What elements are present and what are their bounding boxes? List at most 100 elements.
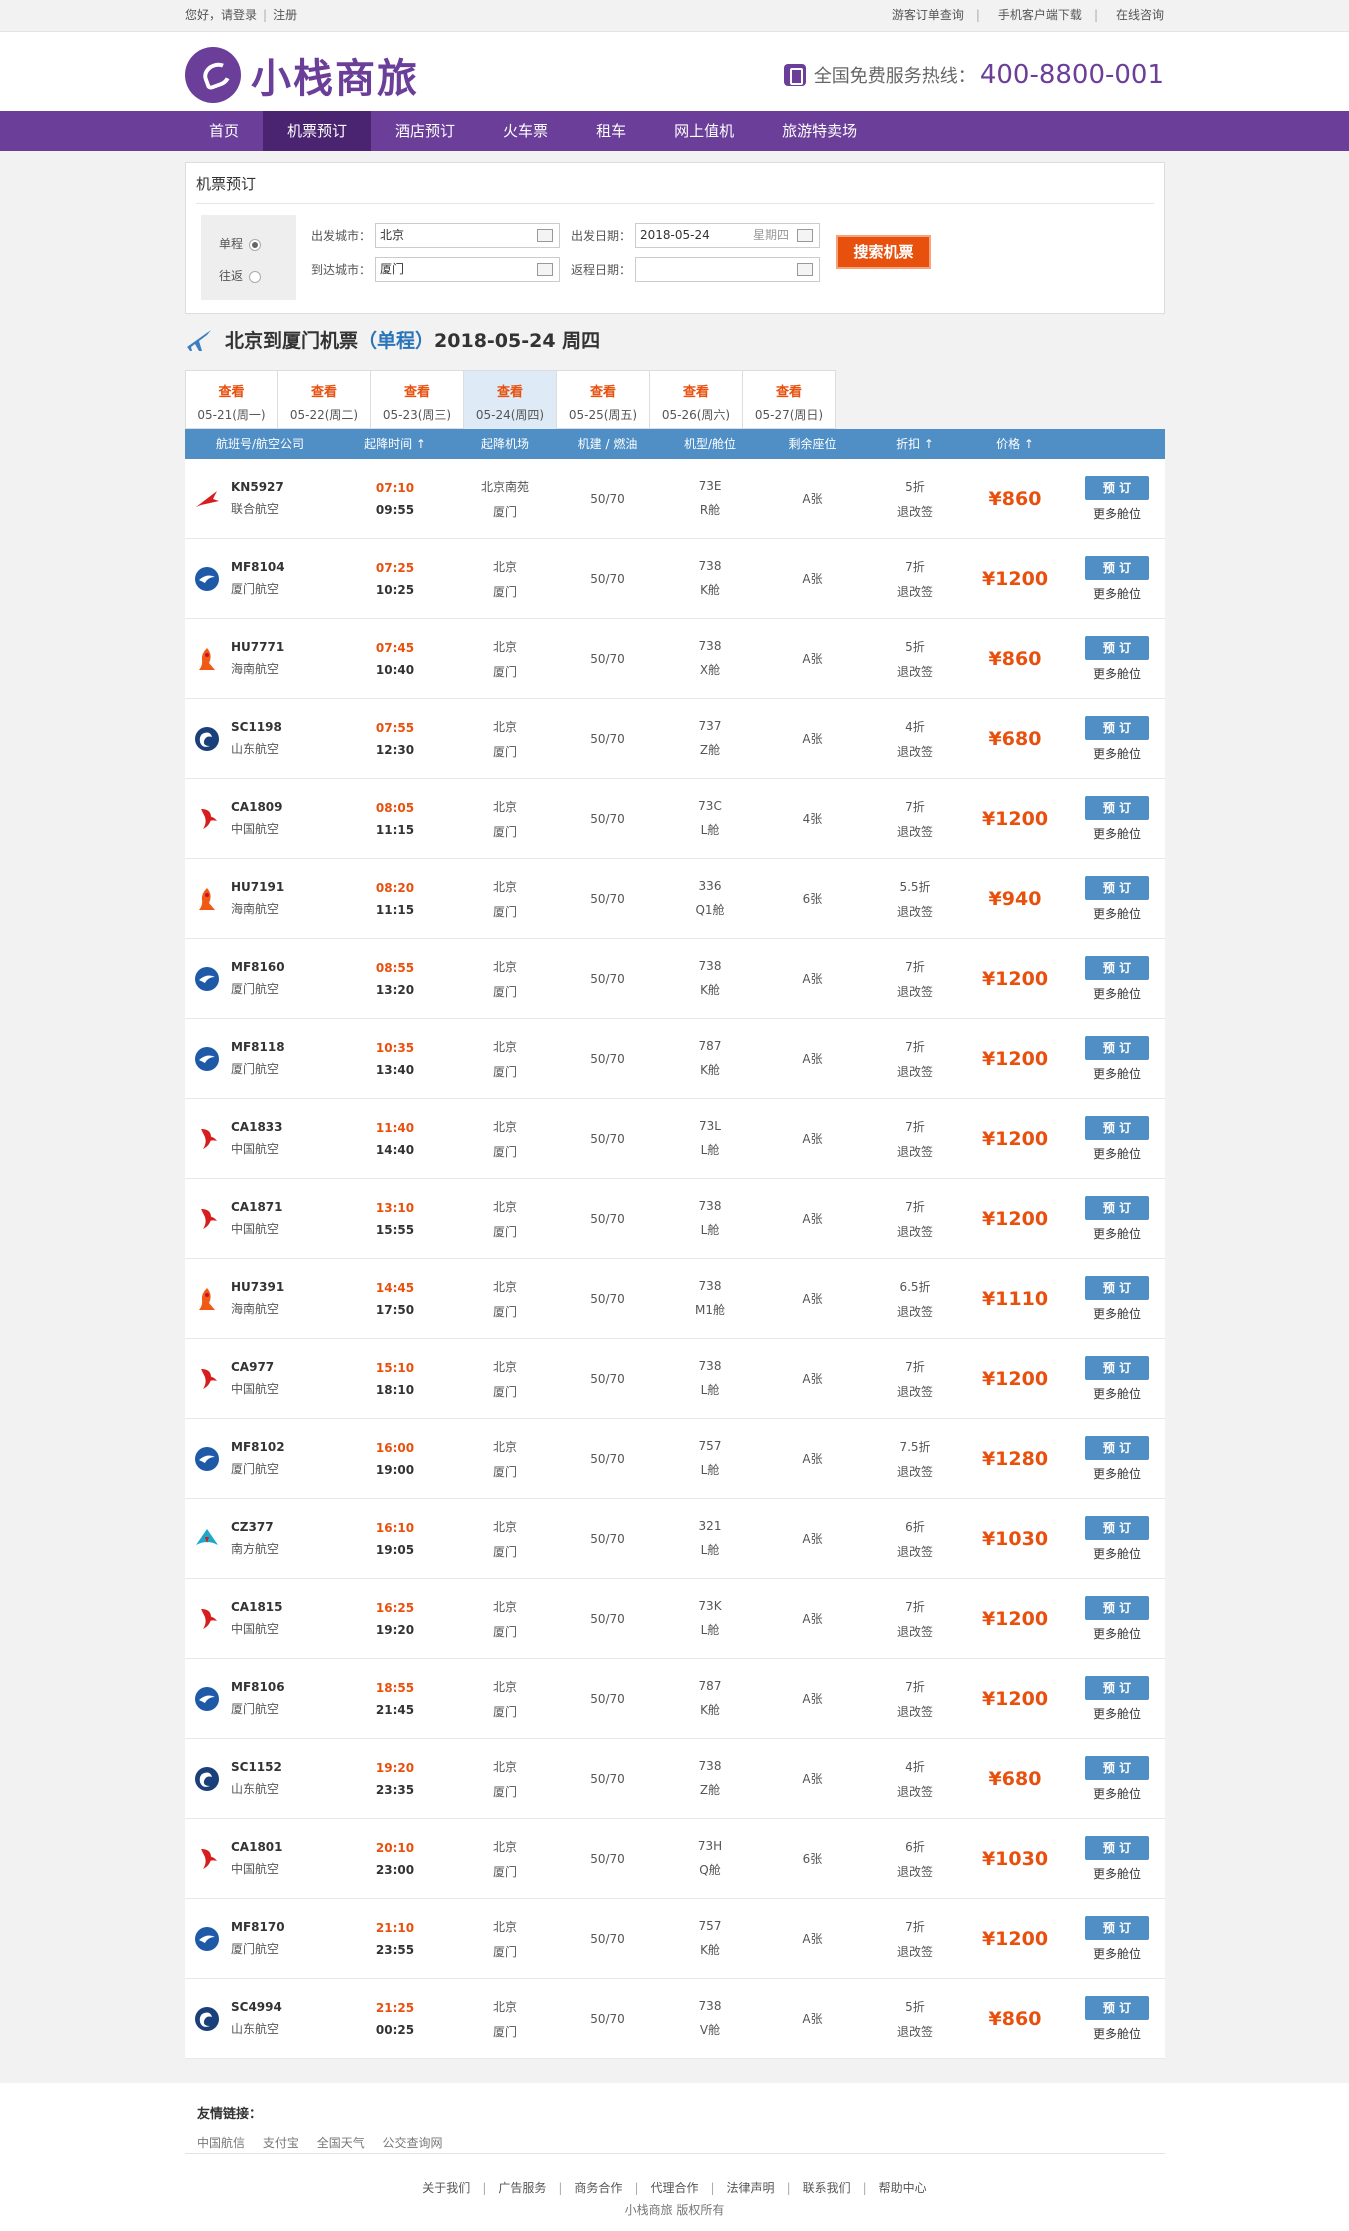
- more-cabins-link[interactable]: 更多舱位: [1085, 1145, 1149, 1162]
- more-cabins-link[interactable]: 更多舱位: [1085, 905, 1149, 922]
- calendar-icon[interactable]: [797, 263, 814, 276]
- date-tab[interactable]: 查看 05-27(周日): [743, 370, 836, 429]
- date-tab[interactable]: 查看 05-23(周三): [371, 370, 464, 429]
- refund-rules-link[interactable]: 退改签: [865, 503, 965, 520]
- refund-rules-link[interactable]: 退改签: [865, 743, 965, 760]
- to-city-input[interactable]: 厦门: [375, 257, 561, 282]
- refund-rules-link[interactable]: 退改签: [865, 1063, 965, 1080]
- nav-car-rental[interactable]: 租车: [572, 111, 650, 151]
- friend-link[interactable]: 全国天气: [317, 2136, 365, 2150]
- more-cabins-link[interactable]: 更多舱位: [1085, 1305, 1149, 1322]
- refund-rules-link[interactable]: 退改签: [865, 983, 965, 1000]
- header-price-sort[interactable]: 价格 ↑: [965, 429, 1065, 459]
- more-cabins-link[interactable]: 更多舱位: [1085, 665, 1149, 682]
- footer-link-business[interactable]: 商务合作: [574, 2181, 622, 2195]
- book-button[interactable]: 预 订: [1085, 1276, 1149, 1300]
- more-cabins-link[interactable]: 更多舱位: [1085, 505, 1149, 522]
- book-button[interactable]: 预 订: [1085, 1436, 1149, 1460]
- book-button[interactable]: 预 订: [1085, 1036, 1149, 1060]
- refund-rules-link[interactable]: 退改签: [865, 1703, 965, 1720]
- refund-rules-link[interactable]: 退改签: [865, 1543, 965, 1560]
- friend-link[interactable]: 公交查询网: [383, 2136, 443, 2150]
- book-button[interactable]: 预 订: [1085, 1676, 1149, 1700]
- refund-rules-link[interactable]: 退改签: [865, 1783, 965, 1800]
- book-button[interactable]: 预 订: [1085, 716, 1149, 740]
- book-button[interactable]: 预 订: [1085, 876, 1149, 900]
- refund-rules-link[interactable]: 退改签: [865, 2023, 965, 2040]
- book-button[interactable]: 预 订: [1085, 476, 1149, 500]
- from-city-input[interactable]: 北京: [375, 223, 561, 248]
- refund-rules-link[interactable]: 退改签: [865, 1143, 965, 1160]
- book-button[interactable]: 预 订: [1085, 1916, 1149, 1940]
- refund-rules-link[interactable]: 退改签: [865, 1863, 965, 1880]
- city-picker-icon[interactable]: [537, 229, 554, 242]
- more-cabins-link[interactable]: 更多舱位: [1085, 1705, 1149, 1722]
- round-trip-radio[interactable]: [249, 270, 262, 283]
- refund-rules-link[interactable]: 退改签: [865, 903, 965, 920]
- more-cabins-link[interactable]: 更多舱位: [1085, 1385, 1149, 1402]
- refund-rules-link[interactable]: 退改签: [865, 663, 965, 680]
- nav-online-checkin[interactable]: 网上值机: [650, 111, 758, 151]
- nav-flight-booking[interactable]: 机票预订: [263, 111, 372, 151]
- more-cabins-link[interactable]: 更多舱位: [1085, 585, 1149, 602]
- book-button[interactable]: 预 订: [1085, 636, 1149, 660]
- more-cabins-link[interactable]: 更多舱位: [1085, 1225, 1149, 1242]
- register-link[interactable]: 注册: [273, 0, 297, 31]
- more-cabins-link[interactable]: 更多舱位: [1085, 985, 1149, 1002]
- header-discount-sort[interactable]: 折扣 ↑: [865, 429, 965, 459]
- book-button[interactable]: 预 订: [1085, 556, 1149, 580]
- refund-rules-link[interactable]: 退改签: [865, 1303, 965, 1320]
- friend-link[interactable]: 中国航信: [197, 2136, 245, 2150]
- guest-order-query-link[interactable]: 游客订单查询: [892, 8, 964, 22]
- return-date-input[interactable]: [635, 257, 821, 282]
- date-tab[interactable]: 查看 05-25(周五): [557, 370, 650, 429]
- book-button[interactable]: 预 订: [1085, 1756, 1149, 1780]
- login-link[interactable]: 请登录: [221, 0, 257, 31]
- refund-rules-link[interactable]: 退改签: [865, 823, 965, 840]
- nav-hotel-booking[interactable]: 酒店预订: [371, 111, 479, 151]
- date-tab[interactable]: 查看 05-22(周二): [278, 370, 371, 429]
- book-button[interactable]: 预 订: [1085, 796, 1149, 820]
- nav-travel-deals[interactable]: 旅游特卖场: [758, 111, 881, 151]
- footer-link-agent[interactable]: 代理合作: [650, 2181, 698, 2195]
- more-cabins-link[interactable]: 更多舱位: [1085, 1945, 1149, 1962]
- refund-rules-link[interactable]: 退改签: [865, 583, 965, 600]
- more-cabins-link[interactable]: 更多舱位: [1085, 1545, 1149, 1562]
- book-button[interactable]: 预 订: [1085, 956, 1149, 980]
- refund-rules-link[interactable]: 退改签: [865, 1383, 965, 1400]
- book-button[interactable]: 预 订: [1085, 1196, 1149, 1220]
- depart-date-input[interactable]: 2018-05-24 星期四: [635, 223, 821, 248]
- book-button[interactable]: 预 订: [1085, 1356, 1149, 1380]
- more-cabins-link[interactable]: 更多舱位: [1085, 1865, 1149, 1882]
- date-tab[interactable]: 查看 05-21(周一): [185, 370, 278, 429]
- refund-rules-link[interactable]: 退改签: [865, 1463, 965, 1480]
- more-cabins-link[interactable]: 更多舱位: [1085, 1785, 1149, 1802]
- header-time-sort[interactable]: 起降时间 ↑: [335, 429, 455, 459]
- round-trip-option[interactable]: 往返: [219, 267, 262, 284]
- refund-rules-link[interactable]: 退改签: [865, 1623, 965, 1640]
- site-logo[interactable]: 小栈商旅: [185, 46, 419, 104]
- more-cabins-link[interactable]: 更多舱位: [1085, 745, 1149, 762]
- online-consult-link[interactable]: 在线咨询: [1116, 8, 1164, 22]
- footer-link-contact[interactable]: 联系我们: [803, 2181, 851, 2195]
- calendar-icon[interactable]: [797, 229, 814, 242]
- friend-link[interactable]: 支付宝: [263, 2136, 299, 2150]
- one-way-radio[interactable]: [249, 238, 262, 251]
- more-cabins-link[interactable]: 更多舱位: [1085, 1625, 1149, 1642]
- nav-home[interactable]: 首页: [185, 111, 263, 151]
- more-cabins-link[interactable]: 更多舱位: [1085, 1065, 1149, 1082]
- footer-link-about[interactable]: 关于我们: [422, 2181, 470, 2195]
- book-button[interactable]: 预 订: [1085, 1596, 1149, 1620]
- date-tab[interactable]: 查看 05-26(周六): [650, 370, 743, 429]
- footer-link-ads[interactable]: 广告服务: [498, 2181, 546, 2195]
- book-button[interactable]: 预 订: [1085, 1516, 1149, 1540]
- nav-train-tickets[interactable]: 火车票: [479, 111, 572, 151]
- search-flights-button[interactable]: 搜索机票: [836, 235, 931, 269]
- book-button[interactable]: 预 订: [1085, 1116, 1149, 1140]
- mobile-client-download-link[interactable]: 手机客户端下载: [998, 8, 1082, 22]
- book-button[interactable]: 预 订: [1085, 1996, 1149, 2020]
- more-cabins-link[interactable]: 更多舱位: [1085, 1465, 1149, 1482]
- footer-link-legal[interactable]: 法律声明: [727, 2181, 775, 2195]
- footer-link-help[interactable]: 帮助中心: [879, 2181, 927, 2195]
- book-button[interactable]: 预 订: [1085, 1836, 1149, 1860]
